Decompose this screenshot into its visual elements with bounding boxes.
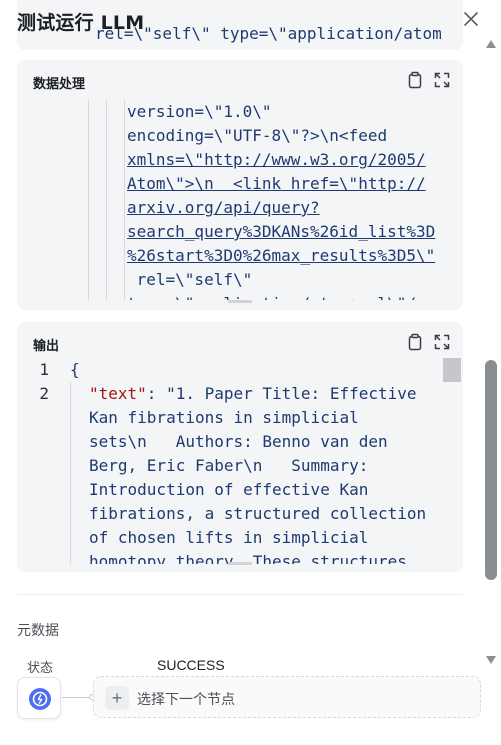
data-processing-lines: version=\"1.0\" encoding=\"UTF-8\"?>\n<fe… bbox=[127, 100, 447, 300]
code-scrollbar-thumb[interactable] bbox=[443, 358, 461, 382]
line-number: 2 bbox=[39, 384, 49, 403]
status-value: SUCCESS bbox=[157, 657, 225, 673]
node-connector-line bbox=[62, 697, 92, 698]
scroll-down-arrow-icon[interactable] bbox=[486, 656, 496, 664]
indent-guide bbox=[70, 382, 71, 564]
output-code[interactable]: 12 { "text": "1. Paper Title: Effective … bbox=[17, 358, 463, 564]
code-line: type=\"application/atom+xml\"/ bbox=[127, 292, 447, 300]
json-value-start: : "1. Paper Title: Effective bbox=[146, 384, 417, 403]
indent-guide bbox=[124, 100, 125, 300]
output-card: 输出 12 { "text": "1. Paper Title: Effecti… bbox=[17, 322, 463, 572]
scroll-up-arrow-icon[interactable] bbox=[486, 40, 496, 48]
json-value-line: fibrations, a structured collection bbox=[89, 504, 427, 523]
data-processing-card: 数据处理 version=\"1.0\" encoding=\"UTF-8\"?>… bbox=[17, 60, 463, 310]
metadata-section-label: 元数据 bbox=[17, 623, 59, 639]
json-first-line: "text": "1. Paper Title: Effective bbox=[89, 382, 439, 406]
indent-guide bbox=[88, 100, 89, 300]
code-line: arxiv.org/api/query? bbox=[127, 198, 320, 217]
resize-handle[interactable] bbox=[228, 562, 252, 565]
llm-node-icon bbox=[29, 688, 51, 710]
data-processing-header: 数据处理 bbox=[17, 60, 463, 100]
line-number-gutter: 12 bbox=[17, 358, 59, 406]
json-open-brace: { bbox=[70, 360, 80, 379]
json-body: "text": "1. Paper Title: Effective Kan f… bbox=[89, 382, 439, 564]
code-line: encoding=\"UTF-8\"?>\n<feed bbox=[127, 126, 388, 145]
page-scrollbar[interactable] bbox=[484, 40, 498, 670]
output-title: 输出 bbox=[33, 339, 60, 354]
close-icon bbox=[464, 12, 478, 26]
copy-icon[interactable] bbox=[406, 71, 424, 89]
indent-guide bbox=[106, 100, 107, 300]
expand-icon[interactable] bbox=[433, 333, 451, 351]
section-divider bbox=[17, 594, 463, 595]
code-line: rel=\"self\" bbox=[127, 270, 253, 289]
plus-icon: + bbox=[105, 686, 129, 710]
code-line: search_query%3DKANs%26id_list%3D bbox=[127, 222, 436, 241]
code-line: xmlns=\"http://www.w3.org/2005/ bbox=[127, 150, 426, 169]
json-value-lines: Kan fibrations in simplicial sets\n Autho… bbox=[89, 406, 439, 564]
json-value-line: Kan fibrations in simplicial bbox=[89, 408, 359, 427]
page-scrollbar-thumb[interactable] bbox=[485, 360, 497, 580]
code-line: Atom\">\n <link href=\"http:// bbox=[127, 174, 426, 193]
json-value-line: sets\n Authors: Benno van den bbox=[89, 432, 388, 451]
workflow-node-bar: + 选择下一个节点 bbox=[17, 674, 483, 720]
close-button[interactable] bbox=[462, 10, 480, 28]
data-processing-title: 数据处理 bbox=[33, 77, 86, 92]
test-run-panel: rel=\"self\" type=\"application/atom 测试运… bbox=[0, 0, 501, 745]
json-value-line: Introduction of effective Kan bbox=[89, 480, 369, 499]
json-key: "text" bbox=[89, 384, 147, 403]
line-number: 1 bbox=[39, 360, 49, 379]
resize-handle[interactable] bbox=[228, 300, 252, 303]
json-value-line: Berg, Eric Faber\n Summary: bbox=[89, 456, 369, 475]
code-line: %26start%3D0%26max_results%3D5\" bbox=[127, 246, 436, 265]
previous-code-line: rel=\"self\" type=\"application/atom bbox=[95, 24, 442, 43]
llm-node-button[interactable] bbox=[17, 677, 61, 719]
output-header: 输出 bbox=[17, 322, 463, 362]
expand-icon[interactable] bbox=[433, 71, 451, 89]
code-line: version=\"1.0\" bbox=[127, 102, 272, 121]
copy-icon[interactable] bbox=[406, 333, 424, 351]
select-next-node-button[interactable]: + 选择下一个节点 bbox=[93, 676, 481, 718]
json-value-line: homotopy theory. These structures bbox=[89, 552, 407, 564]
data-processing-code[interactable]: version=\"1.0\" encoding=\"UTF-8\"?>\n<fe… bbox=[17, 100, 463, 300]
select-next-node-label: 选择下一个节点 bbox=[137, 692, 235, 708]
json-value-line: of chosen lifts in simplicial bbox=[89, 528, 369, 547]
panel-title: 测试运行 LLM bbox=[17, 12, 145, 34]
